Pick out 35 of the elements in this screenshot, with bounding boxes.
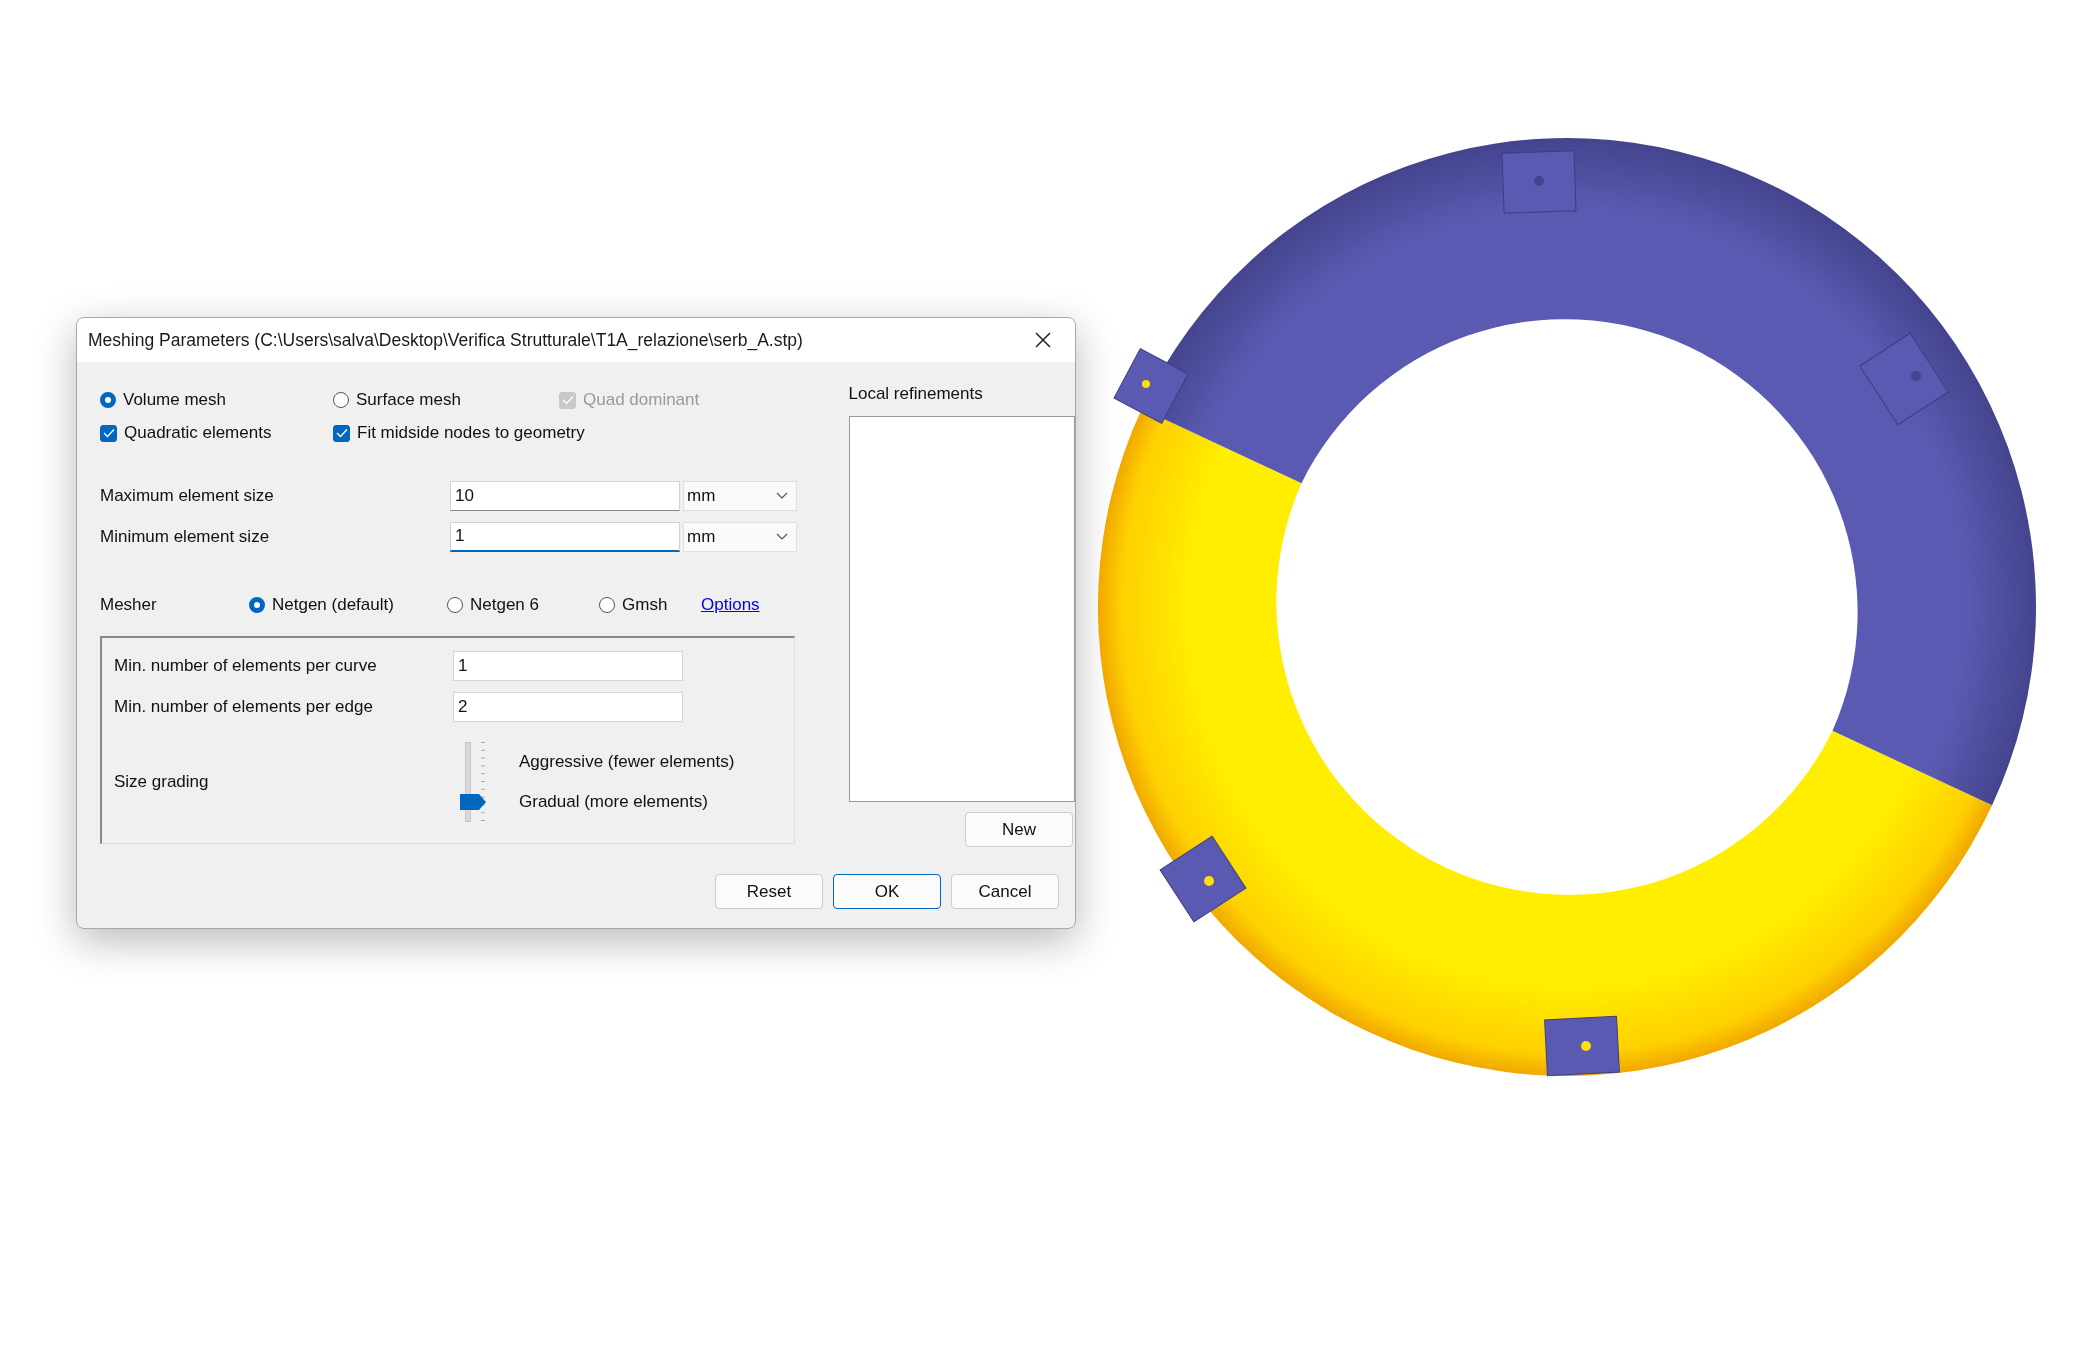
slider-thumb[interactable] [460,793,486,810]
caret-icon [776,533,788,540]
field-label: Maximum element size [100,485,275,506]
radio-button[interactable]: Netgen (default) [249,595,447,615]
field-label: Minimum element size [100,526,271,547]
input-field[interactable]: 1 [453,650,683,681]
field-label: Size grading [114,772,210,792]
close-icon [1035,332,1051,348]
input-field[interactable]: 2 [453,691,683,722]
unit-dropdown[interactable]: mm [683,521,797,552]
caret-icon [776,492,788,499]
dialog-button[interactable]: Cancel [951,874,1059,909]
window-title: Meshing Parameters (C:\Users\salva\Desktop\Verifica Strutturale\T1A_relazione\serb_A.stp) [88,329,803,351]
radio-button[interactable]: Gmsh [599,595,701,615]
radio-button[interactable]: Volume mesh [100,390,333,410]
radio-button[interactable]: Netgen 6 [447,595,599,615]
new-button[interactable]: New [965,812,1073,847]
input-field[interactable]: 10 [450,480,680,511]
check-icon [102,428,115,438]
options-link[interactable]: Options [701,595,760,615]
field-label: Min. number of elements per edge [114,696,374,717]
field-label: Min. number of elements per curve [114,655,378,676]
check-icon [561,395,574,405]
unit-dropdown[interactable]: mm [683,480,797,511]
input-field[interactable]: 1 [450,521,680,552]
dialog-button[interactable]: OK [833,874,941,909]
slider-label: Aggressive (fewer elements) [519,752,735,772]
dialog-button[interactable]: Reset [715,874,823,909]
section-title: Local refinements [848,384,984,405]
mesher-label: Mesher [100,595,158,615]
checkbox[interactable]: Quadratic elements [100,423,333,443]
radio-button[interactable]: Surface mesh [333,390,559,410]
slider-label: Gradual (more elements) [519,792,709,812]
check-icon [335,428,348,438]
checkbox[interactable]: Fit midside nodes to geometry [333,423,585,443]
